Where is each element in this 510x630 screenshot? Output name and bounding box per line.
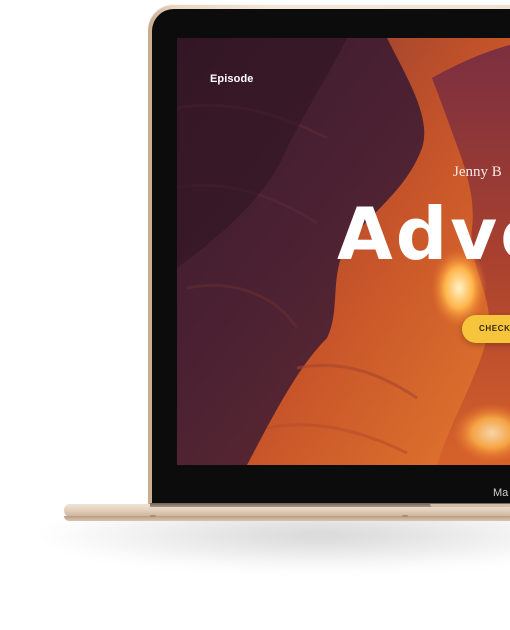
- nav-episode-label[interactable]: Episode: [210, 73, 254, 85]
- laptop-foot-right: [402, 515, 408, 517]
- laptop-base-lip: [64, 516, 510, 521]
- hero-author-name: Jenny B: [453, 164, 502, 180]
- check-cta-button[interactable]: CHECK T: [462, 315, 510, 343]
- laptop-brand-label: Ma: [493, 487, 509, 499]
- laptop-lift-notch: [430, 504, 510, 507]
- laptop-mockup-scene: Episode Jenny B Adve CHECK T Ma: [0, 0, 510, 630]
- laptop-foot-left: [150, 515, 156, 517]
- laptop-screen: Episode Jenny B Adve CHECK T: [177, 38, 510, 465]
- hero-title: Adve: [337, 192, 510, 276]
